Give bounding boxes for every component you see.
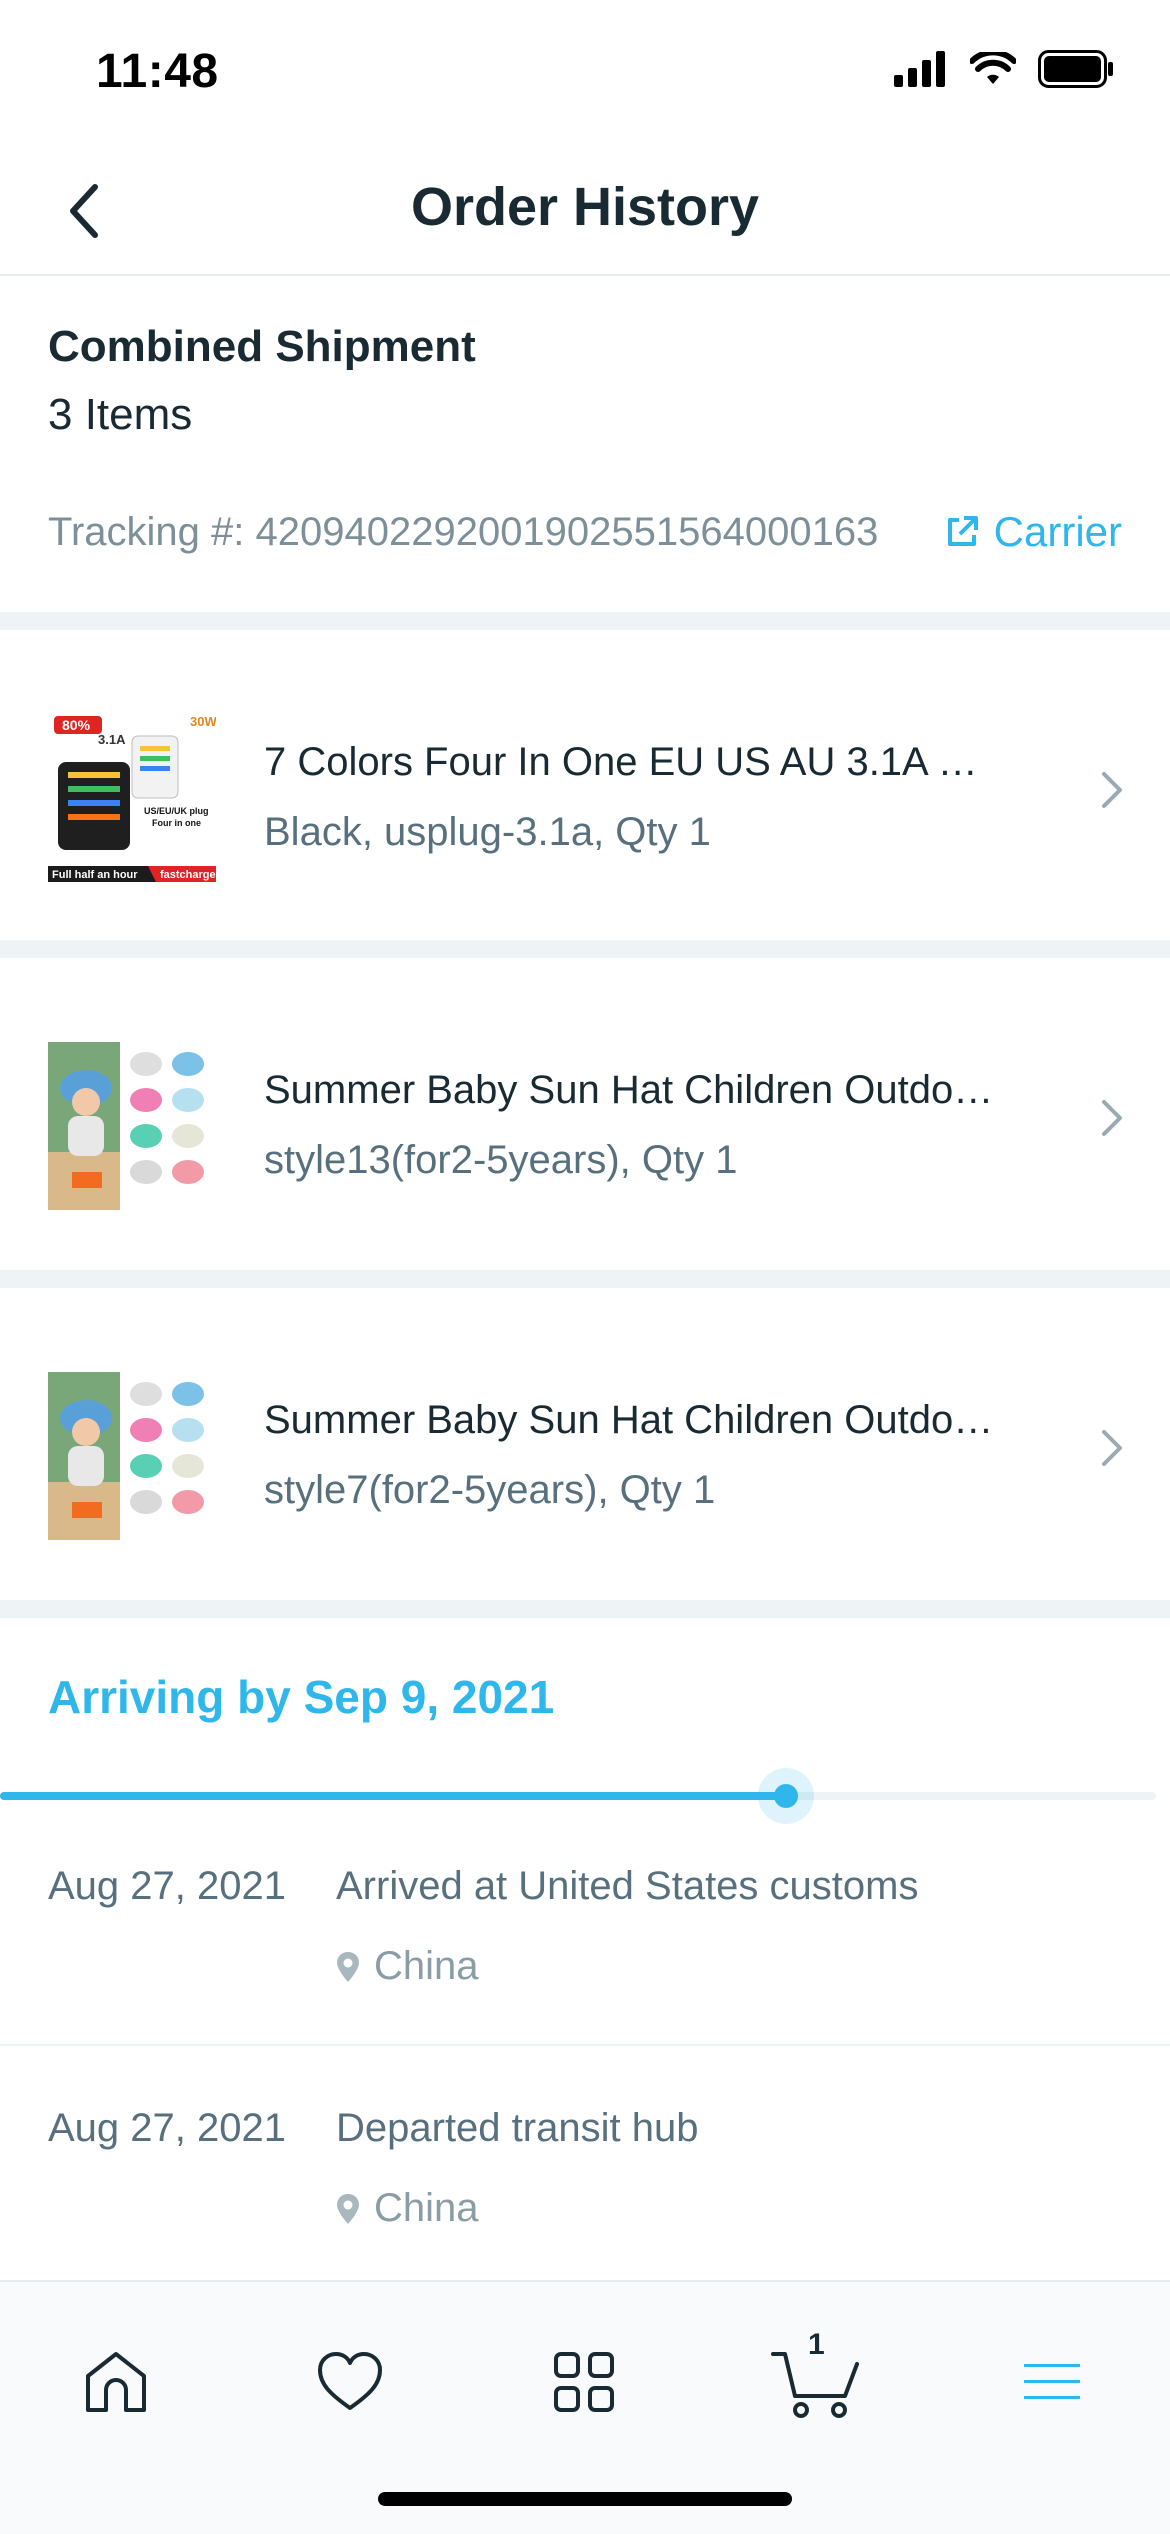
external-link-icon <box>947 516 978 546</box>
chevron-right-icon <box>1102 1430 1122 1466</box>
order-item[interactable]: Summer Baby Sun Hat Children Outdoor Nec… <box>0 1288 1170 1594</box>
charger-current-text: 3.1A <box>98 732 126 747</box>
order-item[interactable]: Summer Baby Sun Hat Children Outdoor Nec… <box>0 958 1170 1264</box>
event-location: China <box>336 2186 479 2231</box>
tracking-progress-fill <box>0 1792 786 1800</box>
event-date: Aug 27, 2021 <box>48 2106 286 2150</box>
tracking-number: Tracking #: 4209402292001902551564000163 <box>48 510 879 554</box>
home-indicator <box>378 2492 792 2506</box>
shipment-title: Combined Shipment <box>48 322 476 371</box>
item-name: Summer Baby Sun Hat Children Outdoor Nec… <box>264 1398 994 1442</box>
status-icons <box>894 50 1114 88</box>
tracking-progress-marker <box>774 1784 798 1808</box>
charger-caption-left: Full half an hour <box>52 869 138 881</box>
page-title: Order History <box>410 177 760 237</box>
charger-caption-right: fastcharge <box>160 869 216 881</box>
product-image-charger: 80% 3.1A 30W US/EU/UK plug Four in one F… <box>48 714 216 882</box>
charger-watts-text: 30W <box>190 714 216 729</box>
heart-icon <box>318 2352 382 2410</box>
tab-categories[interactable] <box>524 2322 644 2442</box>
tab-menu[interactable] <box>992 2322 1112 2442</box>
event-location: China <box>336 1944 479 1989</box>
tab-home[interactable] <box>56 2322 176 2442</box>
event-description: Arrived at United States customs <box>336 1864 919 1908</box>
tab-cart[interactable]: 1 <box>756 2322 876 2442</box>
shipment-item-count: 3 Items <box>48 390 193 439</box>
item-detail: Black, usplug-3.1a, Qty 1 <box>264 810 711 854</box>
location-pin-icon <box>337 1951 359 1982</box>
menu-icon <box>1024 2364 1080 2399</box>
cart-count-badge: 1 <box>808 2328 825 2361</box>
event-location-label: China <box>374 1944 479 1988</box>
charger-plug-text: US/EU/UK plug <box>144 806 209 816</box>
event-date: Aug 27, 2021 <box>48 1864 286 1908</box>
event-divider <box>0 2044 1170 2046</box>
charger-badge-text: 80% <box>62 717 91 733</box>
chevron-right-icon <box>1102 1100 1122 1136</box>
product-image-sun-hat <box>48 1372 216 1540</box>
home-icon <box>86 2352 146 2412</box>
event-description: Departed transit hub <box>336 2106 699 2150</box>
nav-header: Order History <box>0 140 1170 276</box>
carrier-link[interactable]: Carrier <box>944 508 1122 556</box>
item-name: 7 Colors Four In One EU US AU 3.1A Quick… <box>264 740 994 784</box>
section-divider <box>0 1270 1170 1288</box>
status-time: 11:48 <box>96 45 219 98</box>
product-image-sun-hat <box>48 1042 216 1210</box>
item-name: Summer Baby Sun Hat Children Outdoor Nec… <box>264 1068 994 1112</box>
event-location-label: China <box>374 2186 479 2230</box>
section-divider <box>0 1600 1170 1618</box>
section-divider <box>0 940 1170 958</box>
item-detail: style13(for2-5years), Qty 1 <box>264 1138 738 1182</box>
battery-icon <box>1038 50 1113 88</box>
carrier-label: Carrier <box>993 508 1122 555</box>
grid-icon <box>554 2352 614 2412</box>
section-divider <box>0 612 1170 630</box>
location-pin-icon <box>337 2193 359 2224</box>
charger-four-text: Four in one <box>152 818 201 828</box>
arrival-estimate: Arriving by Sep 9, 2021 <box>48 1671 555 1723</box>
cellular-signal-icon <box>894 51 945 87</box>
chevron-right-icon <box>1102 772 1122 808</box>
order-item[interactable]: 80% 3.1A 30W US/EU/UK plug Four in one F… <box>0 630 1170 936</box>
tab-wishlist[interactable] <box>290 2322 410 2442</box>
item-detail: style7(for2-5years), Qty 1 <box>264 1468 716 1512</box>
wifi-icon <box>970 52 1016 84</box>
